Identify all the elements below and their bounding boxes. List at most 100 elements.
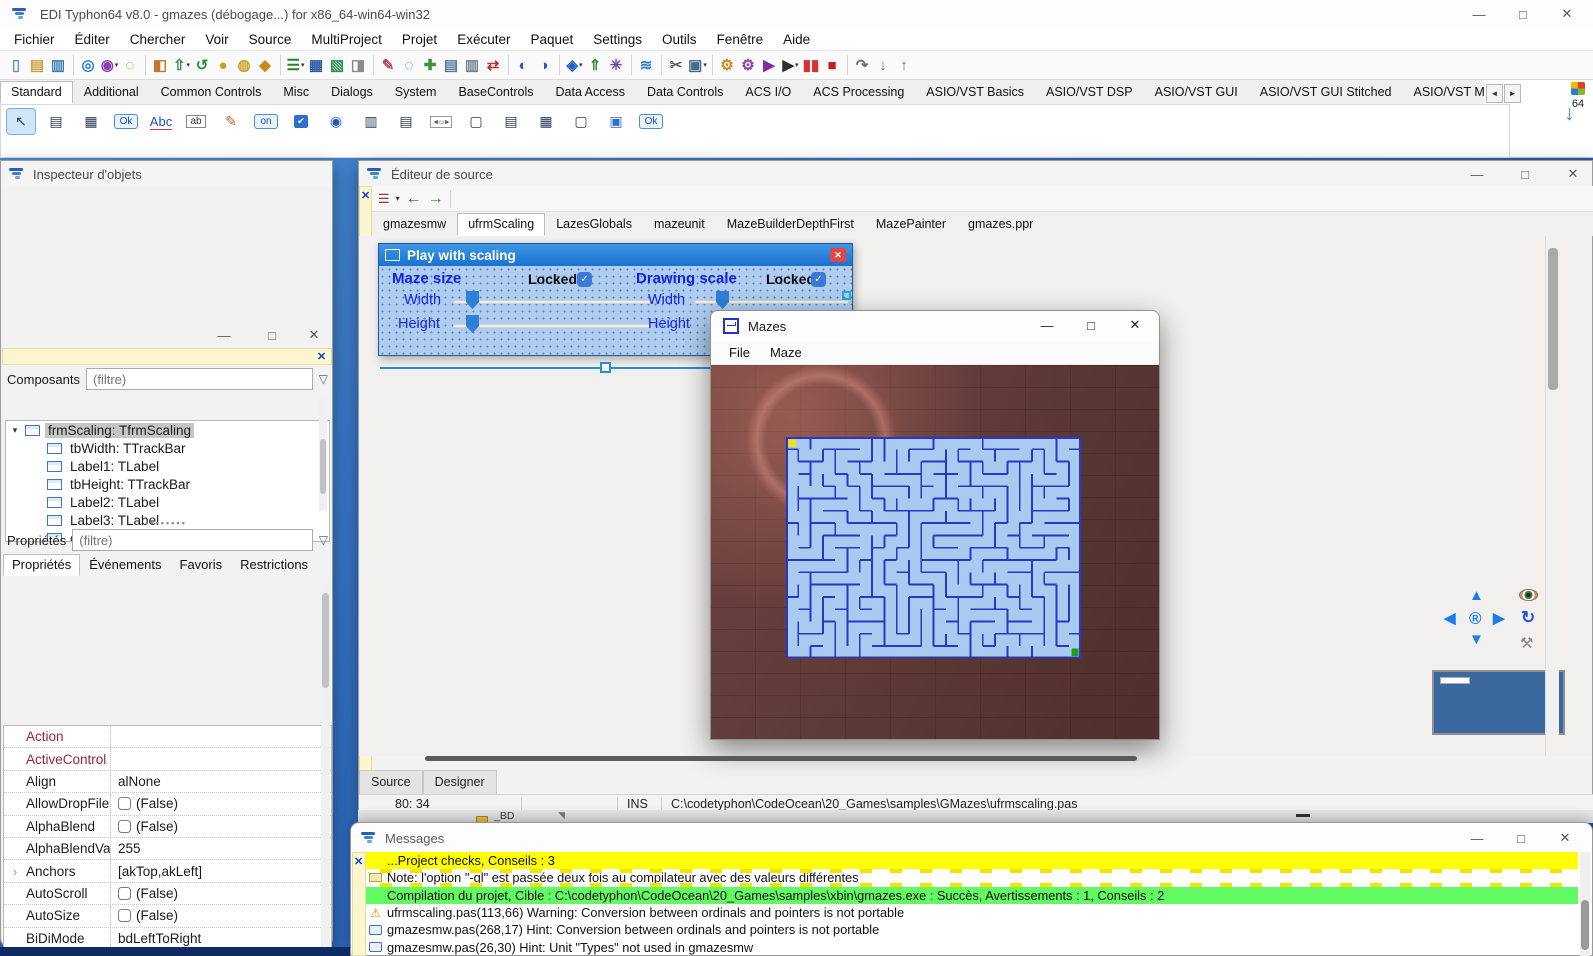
property-row[interactable]: AlphaBlendValu 255 [4, 838, 331, 860]
toolbar-icon[interactable] [847, 55, 848, 75]
tree-label[interactable]: Label1: TLabel [67, 459, 162, 474]
toolbar-icon[interactable]: ⚙ [738, 54, 759, 76]
palette-tab[interactable]: ASIO/VST GUI [1144, 81, 1249, 104]
toolbar-icon[interactable]: ◍ [234, 54, 255, 76]
message-row[interactable]: ...Project checks, Conseils : 3 [366, 852, 1578, 869]
messages-minimize-button[interactable]: — [1460, 826, 1494, 850]
palette-tab[interactable]: Data Controls [636, 81, 734, 104]
toolbar-icon[interactable]: ▥ [462, 54, 483, 76]
property-value[interactable]: (False) [136, 886, 178, 901]
menu-item[interactable]: Paquet [520, 32, 583, 47]
component-icon[interactable]: ↖ [7, 109, 35, 134]
dropdown-caret-icon[interactable]: ▾ [795, 62, 799, 69]
menu-item[interactable]: Fenêtre [707, 32, 774, 47]
width-label-2[interactable]: Width [648, 292, 685, 308]
messages-scrollbar[interactable] [1580, 852, 1590, 956]
unit-list-caret-icon[interactable]: ▾ [396, 194, 400, 203]
messages-dock-header[interactable]: ✕ [352, 852, 366, 956]
message-text[interactable]: Compilation du projet, Cible : C:\codety… [387, 888, 1164, 903]
message-text[interactable]: gmazesmw.pas(268,17) Hint: Conversion be… [387, 922, 879, 937]
dropdown-caret-icon[interactable]: ▾ [703, 62, 707, 69]
palette-tab[interactable]: ACS I/O [734, 81, 802, 104]
menu-item[interactable]: Éditer [65, 32, 120, 47]
property-row[interactable]: AutoScroll (False) [4, 883, 331, 905]
dropdown-caret-icon[interactable]: ▾ [187, 62, 191, 69]
toolbar-icon[interactable]: ▦ [306, 54, 327, 76]
mazes-menu-item[interactable]: Maze [764, 345, 808, 360]
component-icon[interactable]: ▦ [532, 109, 560, 134]
dropdown-caret-icon[interactable]: ▾ [579, 62, 583, 69]
navigate-forward-icon[interactable]: → [428, 190, 444, 208]
filter-funnel-icon[interactable]: ▽ [319, 372, 328, 386]
dropdown-caret-icon[interactable]: ▾ [301, 62, 305, 69]
toolbar-icon[interactable] [712, 55, 713, 75]
menu-item[interactable]: Voir [195, 32, 238, 47]
tree-label[interactable]: Label2: TLabel [67, 495, 162, 510]
component-icon[interactable]: ▢ [462, 109, 490, 134]
nav-down-icon[interactable]: ▼ [1469, 631, 1484, 648]
nav-right-icon[interactable]: ▶ [1493, 609, 1505, 627]
mazes-minimize-button[interactable]: — [1028, 312, 1066, 338]
toolbar-icon[interactable]: ◌ [399, 54, 420, 76]
palette-tab[interactable]: Data Access [545, 81, 636, 104]
tree-row[interactable]: Label1: TLabel [6, 457, 329, 475]
drawing-scale-label[interactable]: Drawing scale [636, 270, 737, 287]
messages-titlebar[interactable]: Messages [351, 823, 1592, 853]
checkbox-unchecked-icon[interactable] [118, 820, 131, 833]
palette-overflow-arrow-icon[interactable]: ↓ [1564, 102, 1575, 126]
toolbar-icon[interactable] [661, 55, 662, 75]
message-row[interactable]: ufrmscaling.pas(113,66) Warning: Convers… [366, 904, 1578, 921]
expand-arrow-icon[interactable]: › [4, 864, 26, 879]
toolbar-icon[interactable] [631, 55, 632, 75]
property-row[interactable]: AllowDropFiles (False) [4, 793, 331, 815]
component-icon[interactable]: ✎ [217, 109, 245, 134]
palette-tab[interactable]: ASIO/VST DSP [1035, 81, 1144, 104]
file-tab[interactable]: mazeunit [643, 213, 716, 236]
selection-handle-right[interactable] [842, 291, 851, 300]
palette-tab[interactable]: BaseControls [447, 81, 544, 104]
property-value[interactable]: 255 [118, 841, 141, 856]
palette-tab[interactable]: Additional [73, 81, 150, 104]
mazes-maximize-button[interactable]: □ [1072, 312, 1110, 338]
tree-label[interactable]: frmScaling: TfrmScaling [45, 423, 194, 438]
toolbar-icon[interactable]: ▣▾ [687, 54, 708, 76]
property-value[interactable]: bdLeftToRight [118, 931, 201, 946]
component-icon[interactable]: Abc [147, 109, 175, 134]
dropdown-caret-icon[interactable]: ▾ [115, 62, 119, 69]
tree-row[interactable]: tbHeight: TTrackBar [6, 475, 329, 493]
dock-close-icon[interactable]: ✕ [317, 350, 326, 363]
palette-tab[interactable]: Dialogs [320, 81, 384, 104]
palette-tab[interactable]: Common Controls [150, 81, 273, 104]
toolbar-icon[interactable] [559, 55, 560, 75]
menu-item[interactable]: Source [239, 32, 302, 47]
palette-tab[interactable]: ASIO/VST GUI Stitched [1249, 81, 1403, 104]
property-row[interactable]: AlphaBlend (False) [4, 816, 331, 838]
property-row[interactable]: AutoSize (False) [4, 905, 331, 927]
toolbar-icon[interactable]: ◨ [348, 54, 369, 76]
checkbox-unchecked-icon[interactable] [118, 887, 131, 900]
property-value-cell[interactable]: (False) [111, 819, 331, 834]
file-tab[interactable]: MazePainter [865, 213, 957, 236]
property-value[interactable]: (False) [136, 908, 178, 923]
inspector-titlebar[interactable]: Inspecteur d'objets — □ ✕ [1, 161, 332, 187]
palette-scroll-right-icon[interactable]: ► [1504, 84, 1521, 103]
toolbar-icon[interactable]: ▯ [6, 54, 27, 76]
editor-minimize-button[interactable]: — [1460, 162, 1494, 186]
mazes-close-button[interactable]: ✕ [1116, 312, 1154, 338]
height-trackbar-1[interactable] [453, 324, 651, 328]
component-icon[interactable]: ▢ [567, 109, 595, 134]
nav-center-icon[interactable]: ® [1469, 609, 1482, 629]
property-value-cell[interactable]: bdLeftToRight [111, 931, 331, 946]
palette-tab[interactable]: ACS Processing [802, 81, 915, 104]
toolbar-icon[interactable]: ⇧▾ [171, 54, 192, 76]
toolbar-icon[interactable]: ◌ [120, 54, 141, 76]
toolbar-icon[interactable]: ◆ [255, 54, 276, 76]
component-icon[interactable]: ▤ [42, 109, 70, 134]
property-value-cell[interactable]: (False) [111, 796, 331, 811]
palette-tab[interactable]: Standard [0, 81, 73, 104]
editor-vscrollbar[interactable] [1545, 236, 1559, 756]
file-tab[interactable]: ufrmScaling [457, 213, 545, 236]
toolbar-icon[interactable]: ✎ [378, 54, 399, 76]
toolbar-icon[interactable]: ☰▾ [285, 54, 306, 76]
property-value[interactable]: [akTop,akLeft] [118, 864, 202, 879]
